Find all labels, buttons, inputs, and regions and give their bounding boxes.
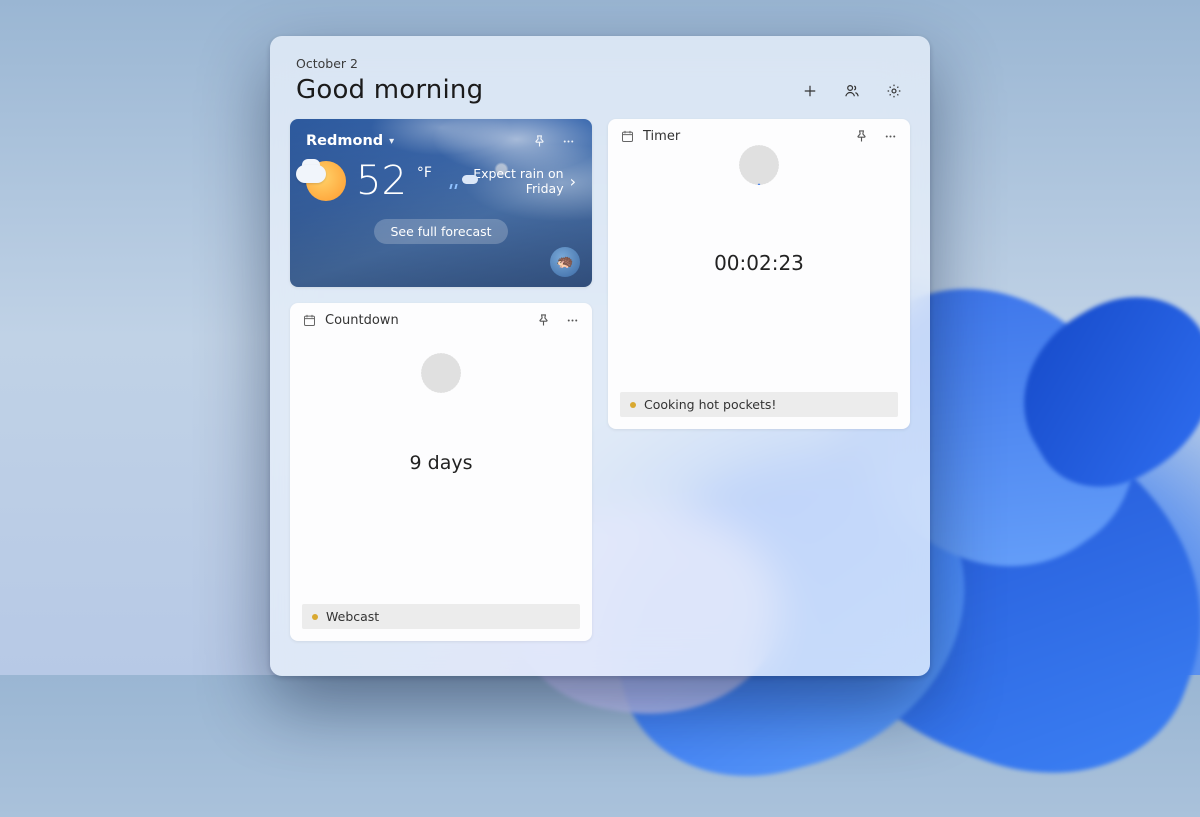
widgets-grid: Redmond ▾ 52 xyxy=(290,119,910,641)
header-actions xyxy=(800,81,904,105)
countdown-value: 9 days xyxy=(341,363,541,563)
pin-icon xyxy=(532,134,547,149)
status-dot-icon xyxy=(630,402,636,408)
header-greeting: Good morning xyxy=(296,75,483,105)
countdown-label-strip[interactable]: Webcast xyxy=(302,604,580,629)
temperature-value: 52 xyxy=(356,161,407,201)
timer-label-strip[interactable]: Cooking hot pockets! xyxy=(620,392,898,417)
account-button[interactable] xyxy=(842,81,862,101)
temperature-block: 52 °F xyxy=(306,161,432,201)
gear-icon xyxy=(885,82,903,100)
timer-label: Cooking hot pockets! xyxy=(644,397,776,412)
pin-icon xyxy=(854,129,869,144)
temperature-unit: °F xyxy=(417,165,432,181)
person-icon xyxy=(843,82,861,100)
more-button[interactable] xyxy=(561,134,576,149)
board-header: October 2 Good morning xyxy=(290,52,910,119)
timer-value: 00:02:23 xyxy=(649,153,869,373)
weather-location-name: Redmond xyxy=(306,133,383,149)
countdown-widget[interactable]: Countdown 9 days xyxy=(290,303,592,641)
add-widget-button[interactable] xyxy=(800,81,820,101)
right-column: Timer 00:02:23 xyxy=(608,119,910,641)
left-column: Redmond ▾ 52 xyxy=(290,119,592,641)
more-icon xyxy=(883,129,898,144)
clock-app-icon xyxy=(620,129,635,144)
pin-icon xyxy=(536,313,551,328)
status-dot-icon xyxy=(312,614,318,620)
more-button[interactable] xyxy=(565,313,580,328)
weather-widget[interactable]: Redmond ▾ 52 xyxy=(290,119,592,287)
more-button[interactable] xyxy=(883,129,898,144)
chevron-down-icon: ▾ xyxy=(389,136,394,147)
rain-icon xyxy=(446,175,462,187)
header-titles: October 2 Good morning xyxy=(296,56,483,105)
weather-location-dropdown[interactable]: Redmond ▾ xyxy=(306,133,394,149)
timer-title: Timer xyxy=(643,129,680,144)
countdown-dial: 9 days xyxy=(341,363,541,563)
weather-condition-icon xyxy=(306,161,346,201)
widgets-board: October 2 Good morning Redmond ▾ xyxy=(270,36,930,676)
forecast-hint-button[interactable]: Expect rain on Friday › xyxy=(446,166,576,196)
timer-dial: 00:02:23 xyxy=(649,153,869,373)
pin-button[interactable] xyxy=(854,129,869,144)
pin-button[interactable] xyxy=(536,313,551,328)
weather-avatar-badge[interactable]: 🦔 xyxy=(550,247,580,277)
more-icon xyxy=(561,134,576,149)
plus-icon xyxy=(801,82,819,100)
more-icon xyxy=(565,313,580,328)
forecast-hint-text: Expect rain on Friday xyxy=(468,166,564,196)
chevron-right-icon: › xyxy=(570,172,576,191)
header-date: October 2 xyxy=(296,56,483,71)
pin-button[interactable] xyxy=(532,134,547,149)
timer-widget[interactable]: Timer 00:02:23 xyxy=(608,119,910,429)
countdown-title: Countdown xyxy=(325,313,399,328)
settings-button[interactable] xyxy=(884,81,904,101)
see-full-forecast-button[interactable]: See full forecast xyxy=(374,219,507,244)
countdown-label: Webcast xyxy=(326,609,379,624)
clock-app-icon xyxy=(302,313,317,328)
